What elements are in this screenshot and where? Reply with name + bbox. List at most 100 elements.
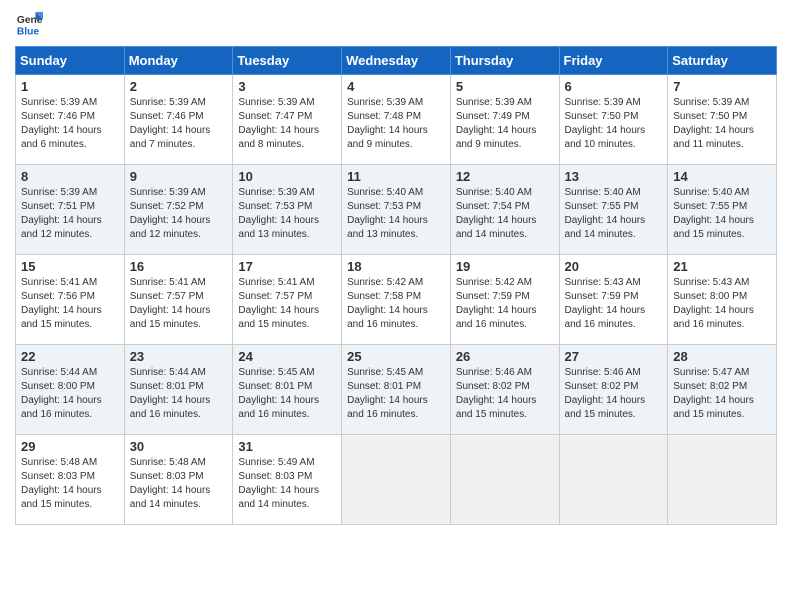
day-info: Sunrise: 5:40 AMSunset: 7:55 PMDaylight:… (565, 186, 663, 242)
day-info: Sunrise: 5:42 AMSunset: 7:59 PMDaylight:… (456, 276, 554, 332)
day-info: Sunrise: 5:39 AMSunset: 7:46 PMDaylight:… (21, 96, 119, 152)
calendar-cell (668, 435, 777, 525)
day-number: 8 (21, 169, 119, 184)
day-info: Sunrise: 5:40 AMSunset: 7:53 PMDaylight:… (347, 186, 445, 242)
day-number: 1 (21, 79, 119, 94)
day-info: Sunrise: 5:40 AMSunset: 7:55 PMDaylight:… (673, 186, 771, 242)
calendar-cell: 20 Sunrise: 5:43 AMSunset: 7:59 PMDayligh… (559, 255, 668, 345)
day-info: Sunrise: 5:39 AMSunset: 7:48 PMDaylight:… (347, 96, 445, 152)
logo: General Blue (15, 10, 43, 38)
day-number: 29 (21, 439, 119, 454)
header-day-friday: Friday (559, 47, 668, 75)
day-number: 26 (456, 349, 554, 364)
day-info: Sunrise: 5:39 AMSunset: 7:51 PMDaylight:… (21, 186, 119, 242)
calendar-cell: 13 Sunrise: 5:40 AMSunset: 7:55 PMDayligh… (559, 165, 668, 255)
calendar-cell: 30 Sunrise: 5:48 AMSunset: 8:03 PMDayligh… (124, 435, 233, 525)
day-number: 27 (565, 349, 663, 364)
day-number: 28 (673, 349, 771, 364)
calendar-cell: 11 Sunrise: 5:40 AMSunset: 7:53 PMDayligh… (342, 165, 451, 255)
calendar-cell: 27 Sunrise: 5:46 AMSunset: 8:02 PMDayligh… (559, 345, 668, 435)
calendar-cell: 19 Sunrise: 5:42 AMSunset: 7:59 PMDayligh… (450, 255, 559, 345)
calendar-cell: 3 Sunrise: 5:39 AMSunset: 7:47 PMDaylight… (233, 75, 342, 165)
calendar-cell: 28Sunrise: 5:47 AMSunset: 8:02 PMDayligh… (668, 345, 777, 435)
day-number: 13 (565, 169, 663, 184)
calendar-week-4: 22 Sunrise: 5:44 AMSunset: 8:00 PMDayligh… (16, 345, 777, 435)
day-info: Sunrise: 5:48 AMSunset: 8:03 PMDaylight:… (21, 456, 119, 512)
calendar-cell (342, 435, 451, 525)
day-number: 10 (238, 169, 336, 184)
header-day-saturday: Saturday (668, 47, 777, 75)
day-info: Sunrise: 5:44 AMSunset: 8:00 PMDaylight:… (21, 366, 119, 422)
calendar-cell: 4 Sunrise: 5:39 AMSunset: 7:48 PMDaylight… (342, 75, 451, 165)
calendar-week-5: 29 Sunrise: 5:48 AMSunset: 8:03 PMDayligh… (16, 435, 777, 525)
logo-icon: General Blue (15, 10, 43, 38)
calendar-cell: 26 Sunrise: 5:46 AMSunset: 8:02 PMDayligh… (450, 345, 559, 435)
calendar-cell: 17Sunrise: 5:41 AMSunset: 7:57 PMDayligh… (233, 255, 342, 345)
header-day-monday: Monday (124, 47, 233, 75)
day-info: Sunrise: 5:39 AMSunset: 7:50 PMDaylight:… (673, 96, 771, 152)
calendar-cell: 25 Sunrise: 5:45 AMSunset: 8:01 PMDayligh… (342, 345, 451, 435)
day-number: 25 (347, 349, 445, 364)
calendar-cell: 12 Sunrise: 5:40 AMSunset: 7:54 PMDayligh… (450, 165, 559, 255)
calendar-week-3: 15 Sunrise: 5:41 AMSunset: 7:56 PMDayligh… (16, 255, 777, 345)
day-info: Sunrise: 5:45 AMSunset: 8:01 PMDaylight:… (347, 366, 445, 422)
day-number: 20 (565, 259, 663, 274)
calendar-cell: 29 Sunrise: 5:48 AMSunset: 8:03 PMDayligh… (16, 435, 125, 525)
day-number: 18 (347, 259, 445, 274)
day-number: 24 (238, 349, 336, 364)
calendar-cell: 31Sunrise: 5:49 AMSunset: 8:03 PMDayligh… (233, 435, 342, 525)
calendar-cell (559, 435, 668, 525)
day-number: 6 (565, 79, 663, 94)
day-number: 21 (673, 259, 771, 274)
calendar-cell: 18 Sunrise: 5:42 AMSunset: 7:58 PMDayligh… (342, 255, 451, 345)
day-number: 22 (21, 349, 119, 364)
calendar-cell: 9Sunrise: 5:39 AMSunset: 7:52 PMDaylight… (124, 165, 233, 255)
day-info: Sunrise: 5:41 AMSunset: 7:57 PMDaylight:… (238, 276, 336, 332)
header-day-tuesday: Tuesday (233, 47, 342, 75)
header: General Blue (15, 10, 777, 38)
day-number: 5 (456, 79, 554, 94)
day-info: Sunrise: 5:43 AMSunset: 8:00 PMDaylight:… (673, 276, 771, 332)
calendar-cell: 2Sunrise: 5:39 AMSunset: 7:46 PMDaylight… (124, 75, 233, 165)
day-number: 4 (347, 79, 445, 94)
day-number: 7 (673, 79, 771, 94)
calendar-cell: 10 Sunrise: 5:39 AMSunset: 7:53 PMDayligh… (233, 165, 342, 255)
day-info: Sunrise: 5:39 AMSunset: 7:47 PMDaylight:… (238, 96, 336, 152)
day-info: Sunrise: 5:49 AMSunset: 8:03 PMDaylight:… (238, 456, 336, 512)
day-info: Sunrise: 5:39 AMSunset: 7:52 PMDaylight:… (130, 186, 228, 242)
day-info: Sunrise: 5:39 AMSunset: 7:50 PMDaylight:… (565, 96, 663, 152)
header-day-thursday: Thursday (450, 47, 559, 75)
calendar-cell (450, 435, 559, 525)
day-info: Sunrise: 5:44 AMSunset: 8:01 PMDaylight:… (130, 366, 228, 422)
calendar-header-row: SundayMondayTuesdayWednesdayThursdayFrid… (16, 47, 777, 75)
day-info: Sunrise: 5:41 AMSunset: 7:56 PMDaylight:… (21, 276, 119, 332)
day-info: Sunrise: 5:39 AMSunset: 7:46 PMDaylight:… (130, 96, 228, 152)
day-info: Sunrise: 5:39 AMSunset: 7:53 PMDaylight:… (238, 186, 336, 242)
svg-text:Blue: Blue (17, 26, 40, 37)
day-number: 15 (21, 259, 119, 274)
day-number: 3 (238, 79, 336, 94)
day-number: 12 (456, 169, 554, 184)
day-number: 23 (130, 349, 228, 364)
calendar-cell: 7 Sunrise: 5:39 AMSunset: 7:50 PMDaylight… (668, 75, 777, 165)
header-day-sunday: Sunday (16, 47, 125, 75)
calendar-cell: 15 Sunrise: 5:41 AMSunset: 7:56 PMDayligh… (16, 255, 125, 345)
calendar-cell: 24Sunrise: 5:45 AMSunset: 8:01 PMDayligh… (233, 345, 342, 435)
day-number: 19 (456, 259, 554, 274)
day-number: 30 (130, 439, 228, 454)
calendar-cell: 8 Sunrise: 5:39 AMSunset: 7:51 PMDaylight… (16, 165, 125, 255)
day-info: Sunrise: 5:42 AMSunset: 7:58 PMDaylight:… (347, 276, 445, 332)
day-info: Sunrise: 5:46 AMSunset: 8:02 PMDaylight:… (565, 366, 663, 422)
day-number: 11 (347, 169, 445, 184)
day-info: Sunrise: 5:43 AMSunset: 7:59 PMDaylight:… (565, 276, 663, 332)
day-info: Sunrise: 5:40 AMSunset: 7:54 PMDaylight:… (456, 186, 554, 242)
day-info: Sunrise: 5:46 AMSunset: 8:02 PMDaylight:… (456, 366, 554, 422)
calendar-cell: 21 Sunrise: 5:43 AMSunset: 8:00 PMDayligh… (668, 255, 777, 345)
calendar-week-1: 1 Sunrise: 5:39 AMSunset: 7:46 PMDaylight… (16, 75, 777, 165)
day-info: Sunrise: 5:48 AMSunset: 8:03 PMDaylight:… (130, 456, 228, 512)
day-info: Sunrise: 5:39 AMSunset: 7:49 PMDaylight:… (456, 96, 554, 152)
calendar-cell: 16Sunrise: 5:41 AMSunset: 7:57 PMDayligh… (124, 255, 233, 345)
calendar-cell: 14Sunrise: 5:40 AMSunset: 7:55 PMDayligh… (668, 165, 777, 255)
calendar-cell: 1 Sunrise: 5:39 AMSunset: 7:46 PMDaylight… (16, 75, 125, 165)
calendar: SundayMondayTuesdayWednesdayThursdayFrid… (15, 46, 777, 525)
